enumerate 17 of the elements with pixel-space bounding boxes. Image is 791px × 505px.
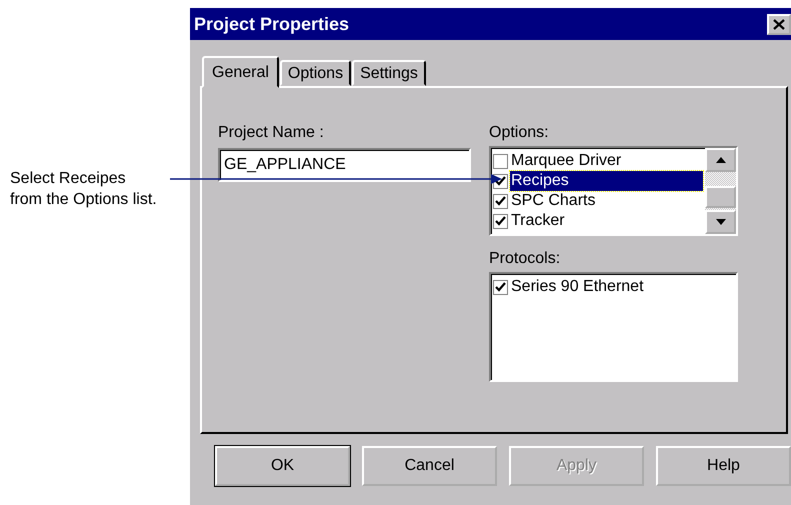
input-field[interactable]: GE_APPLIANCE: [218, 148, 471, 182]
field-label: Project Name :: [218, 124, 325, 142]
list-item[interactable]: Series 90 Ethernet: [510, 277, 734, 297]
list-item[interactable]: Marquee Driver: [510, 151, 703, 171]
list-item[interactable]: SPC Charts: [510, 191, 703, 211]
dialog-button[interactable]: OK: [215, 446, 350, 486]
window-title: Project Properties: [194, 14, 350, 34]
list-item[interactable]: Tracker: [510, 211, 703, 231]
tab[interactable]: General: [202, 56, 279, 88]
dialog-button[interactable]: Help: [656, 446, 791, 486]
tab[interactable]: Settings: [352, 60, 426, 86]
callout-text: Select Receipes from the Options list.: [10, 169, 158, 210]
dialog-button[interactable]: Cancel: [362, 446, 497, 486]
list-label: Options:: [489, 124, 550, 142]
list-label: Protocols:: [489, 250, 562, 268]
list-item[interactable]: Recipes: [510, 171, 703, 191]
tab[interactable]: Options: [280, 60, 352, 86]
